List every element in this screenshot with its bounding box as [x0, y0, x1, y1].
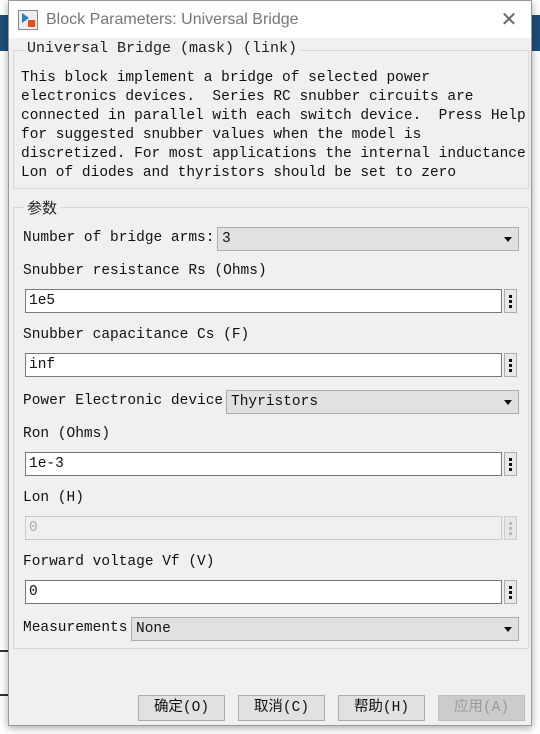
device-label: Power Electronic device — [23, 393, 224, 409]
vf-label: Forward voltage Vf (V) — [23, 554, 215, 570]
lon-input — [25, 516, 502, 540]
cs-more-button[interactable] — [504, 353, 517, 377]
more-icon — [509, 294, 512, 298]
parameters-legend: 参数 — [24, 197, 61, 218]
ron-input[interactable] — [25, 452, 502, 476]
title-bar: Block Parameters: Universal Bridge ✕ — [9, 1, 531, 38]
background-line — [0, 650, 8, 652]
background-window — [532, 15, 540, 51]
more-icon — [509, 521, 512, 525]
help-button[interactable]: 帮助(H) — [338, 695, 425, 721]
lon-more-button — [504, 516, 517, 540]
window-title: Block Parameters: Universal Bridge — [46, 10, 299, 28]
device-value: Thyristors — [231, 394, 319, 410]
device-select[interactable]: Thyristors — [226, 390, 519, 414]
more-icon — [509, 585, 512, 589]
ok-button[interactable]: 确定(O) — [138, 695, 225, 721]
close-icon[interactable]: ✕ — [497, 7, 521, 31]
simulink-block-icon — [18, 9, 38, 30]
cs-label: Snubber capacitance Cs (F) — [23, 327, 250, 343]
measurements-value: None — [136, 621, 171, 637]
apply-button: 应用(A) — [438, 695, 525, 721]
chevron-down-icon — [504, 627, 512, 632]
more-icon — [509, 358, 512, 362]
rs-input[interactable] — [25, 289, 502, 313]
chevron-down-icon — [504, 237, 512, 242]
description-text: This block implement a bridge of selecte… — [21, 70, 526, 181]
vf-more-button[interactable] — [504, 580, 517, 604]
background-window — [0, 15, 8, 51]
bridge-arms-label: Number of bridge arms: — [23, 230, 215, 246]
background-line — [0, 694, 8, 696]
lon-label: Lon (H) — [23, 490, 84, 506]
ron-more-button[interactable] — [504, 452, 517, 476]
block-parameters-dialog: Block Parameters: Universal Bridge ✕ Uni… — [8, 0, 532, 726]
more-icon — [509, 457, 512, 461]
rs-more-button[interactable] — [504, 289, 517, 313]
bridge-arms-select[interactable]: 3 — [217, 227, 519, 251]
cancel-button[interactable]: 取消(C) — [238, 695, 325, 721]
chevron-down-icon — [504, 400, 512, 405]
vf-input[interactable] — [25, 580, 502, 604]
measurements-select[interactable]: None — [131, 617, 519, 641]
bridge-arms-value: 3 — [222, 231, 231, 247]
measurements-label: Measurements — [23, 620, 128, 636]
ron-label: Ron (Ohms) — [23, 426, 111, 442]
cs-input[interactable] — [25, 353, 502, 377]
description-legend: Universal Bridge (mask) (link) — [24, 40, 301, 57]
rs-label: Snubber resistance Rs (Ohms) — [23, 263, 267, 279]
